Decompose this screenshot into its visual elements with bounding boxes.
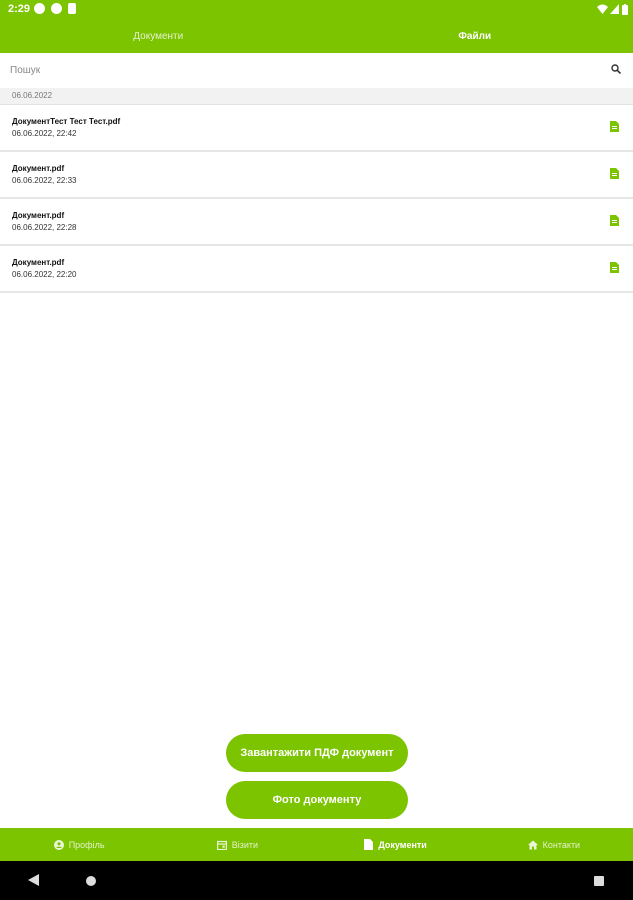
date-group-label: 06.06.2022 <box>12 91 53 100</box>
search-input[interactable] <box>10 62 570 78</box>
home-button-icon[interactable] <box>86 876 96 886</box>
back-icon[interactable] <box>28 874 39 886</box>
home-icon <box>527 840 538 849</box>
nav-item-label: Документи <box>378 839 427 850</box>
list-item[interactable]: Документ.pdf 06.06.2022, 22:33 <box>0 152 633 199</box>
file-date: 06.06.2022, 22:20 <box>12 270 77 279</box>
status-bar: 2:29 <box>0 0 633 20</box>
file-name: Документ.pdf <box>12 211 65 220</box>
list-item[interactable]: Документ.pdf 06.06.2022, 22:20 <box>0 246 633 293</box>
list-item[interactable]: ДокументТест Тест Тест.pdf 06.06.2022, 2… <box>0 105 633 152</box>
file-icon[interactable] <box>610 121 619 132</box>
file-icon[interactable] <box>610 262 619 273</box>
system-nav-bar <box>0 861 633 900</box>
recents-icon[interactable] <box>594 876 604 886</box>
file-name: Документ.pdf <box>12 164 65 173</box>
nav-item-contacts[interactable]: Контакти <box>475 828 633 861</box>
nav-item-label: Профіль <box>68 839 105 850</box>
nav-item-visits[interactable]: Візити <box>158 828 316 861</box>
file-date: 06.06.2022, 22:33 <box>12 176 77 185</box>
nav-item-label: Візити <box>231 839 259 850</box>
nav-item-documents[interactable]: Документи <box>317 828 475 861</box>
nav-item-profile[interactable]: Профіль <box>0 828 158 861</box>
file-name: Документ.pdf <box>12 258 65 267</box>
date-group-header: 06.06.2022 <box>0 88 633 105</box>
tab-files[interactable]: Файли <box>317 20 633 53</box>
battery-icon <box>622 4 628 15</box>
document-icon <box>364 839 374 850</box>
file-icon[interactable] <box>610 215 619 226</box>
list-item[interactable]: Документ.pdf 06.06.2022, 22:28 <box>0 199 633 246</box>
search-icon[interactable] <box>611 64 621 74</box>
sd-card-icon <box>68 3 76 14</box>
bottom-nav: Профіль Візити Документи Контакти <box>0 828 633 861</box>
account-circle-icon <box>53 839 64 850</box>
photo-document-button[interactable]: Фото документу <box>226 781 408 819</box>
tab-documents[interactable]: Документи <box>0 20 317 53</box>
upload-pdf-button[interactable]: Завантажити ПДФ документ <box>226 734 408 772</box>
wifi-icon <box>597 4 608 14</box>
file-icon[interactable] <box>610 168 619 179</box>
search-bar <box>0 53 633 89</box>
nav-item-label: Контакти <box>542 839 581 850</box>
calendar-icon <box>216 840 227 850</box>
notification-icon <box>51 3 62 14</box>
file-date: 06.06.2022, 22:42 <box>12 129 77 138</box>
file-list: ДокументТест Тест Тест.pdf 06.06.2022, 2… <box>0 105 633 293</box>
top-tabs: Документи Файли <box>0 20 633 53</box>
file-name: ДокументТест Тест Тест.pdf <box>12 117 121 126</box>
file-date: 06.06.2022, 22:28 <box>12 223 77 232</box>
status-time: 2:29 <box>8 3 31 15</box>
notification-icon <box>34 3 45 14</box>
signal-icon <box>610 4 619 14</box>
